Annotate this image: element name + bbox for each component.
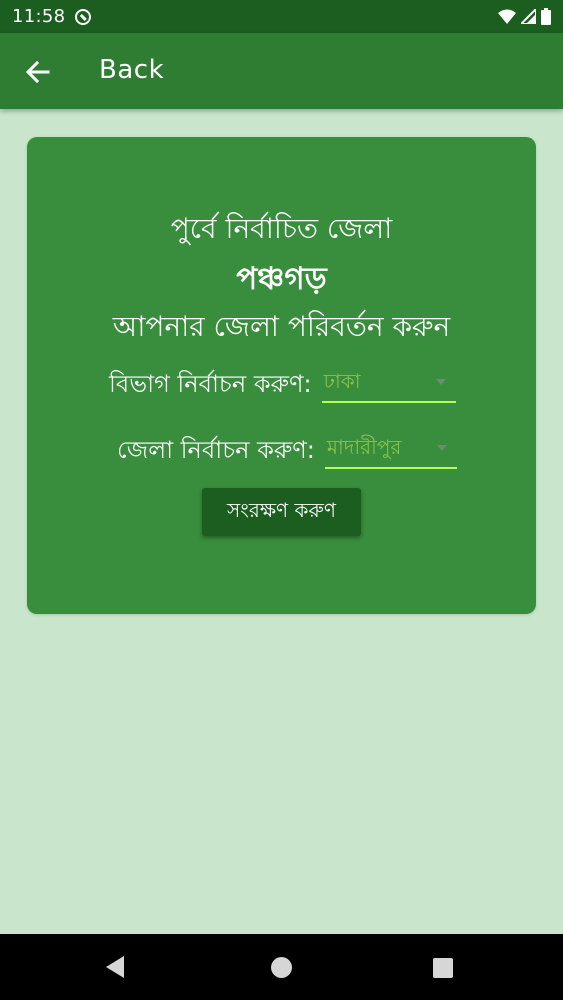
system-nav-bar	[0, 934, 563, 1000]
notification-blocked-icon	[75, 8, 92, 25]
nav-home-icon[interactable]	[271, 957, 292, 978]
save-button[interactable]: সংরক্ষণ করুণ	[202, 488, 361, 536]
previous-district-label: পুর্বে নির্বাচিত জেলা	[170, 212, 393, 245]
district-label: জেলা নির্বাচন করুণ:	[117, 436, 315, 464]
battery-icon	[541, 8, 551, 25]
nav-back-icon[interactable]	[106, 956, 124, 978]
nav-recents-icon[interactable]	[433, 958, 453, 978]
change-district-label: আপনার জেলা পরিবর্তন করুন	[112, 310, 451, 343]
current-district-name: পঞ্চগড়	[236, 261, 327, 297]
page-title: Back	[99, 55, 165, 85]
app-bar: Back	[0, 33, 563, 109]
dropdown-arrow-icon	[435, 379, 446, 385]
division-dropdown[interactable]: ঢাকা	[321, 361, 456, 403]
district-row: জেলা নির্বাচন করুণ: মাদারীপুর	[117, 427, 457, 469]
wifi-icon	[498, 9, 516, 24]
district-selected-value: মাদারীপুর	[326, 435, 402, 459]
status-time: 11:58	[12, 6, 66, 27]
status-bar: 11:58	[0, 0, 563, 33]
district-card: পুর্বে নির্বাচিত জেলা পঞ্চগড় আপনার জেলা…	[27, 137, 536, 614]
status-icons	[498, 8, 551, 25]
signal-icon	[521, 9, 536, 24]
dropdown-arrow-icon	[436, 445, 447, 451]
arrow-back-icon[interactable]	[24, 58, 52, 86]
division-selected-value: ঢাকা	[323, 369, 361, 393]
district-dropdown[interactable]: মাদারীপুর	[324, 427, 457, 469]
division-row: বিভাগ নির্বাচন করুণ: ঢাকা	[109, 361, 456, 403]
division-label: বিভাগ নির্বাচন করুণ:	[109, 370, 312, 398]
